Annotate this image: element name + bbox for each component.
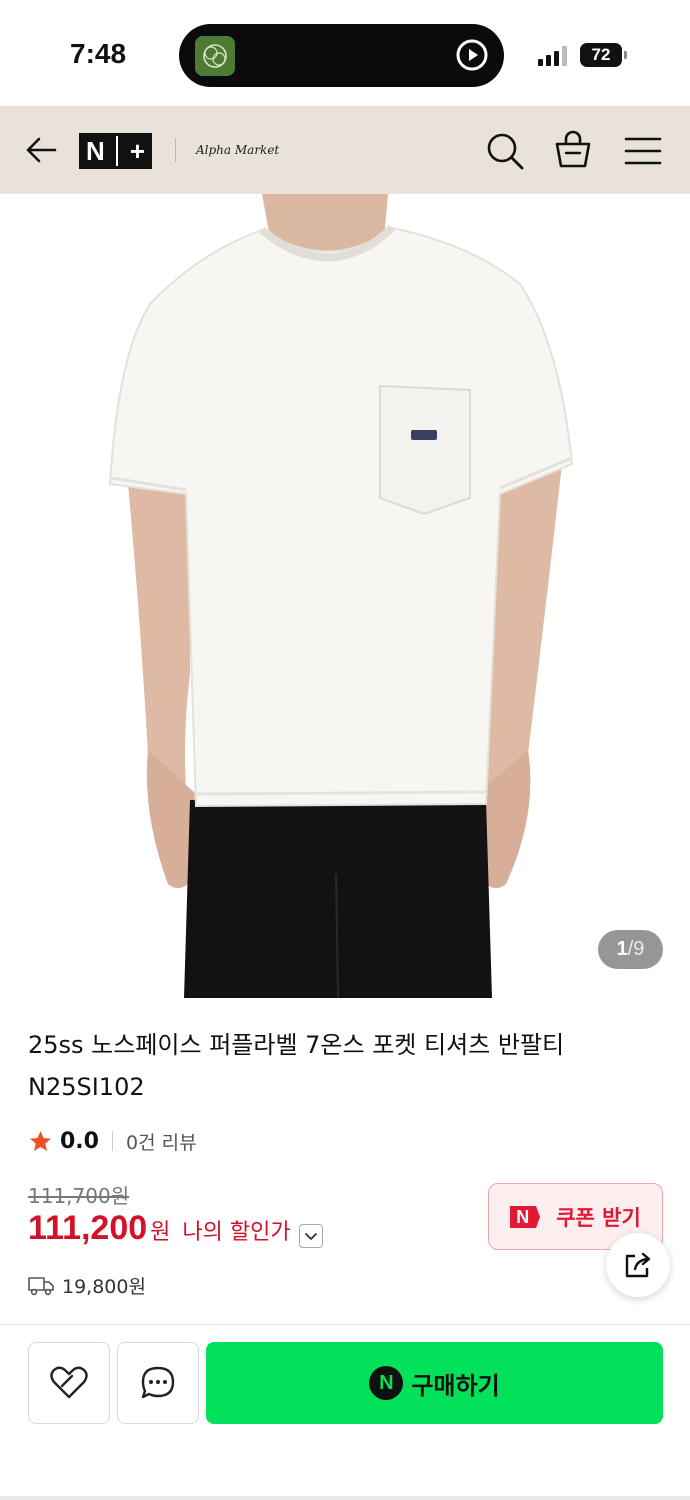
image-counter-total: 9 xyxy=(633,938,645,960)
shopping-bag-icon[interactable] xyxy=(552,128,594,170)
buy-label: 구매하기 xyxy=(411,1371,500,1400)
my-discount-label[interactable]: 나의 할인가 xyxy=(182,1214,290,1246)
share-icon xyxy=(625,1252,651,1278)
heart-link-icon xyxy=(50,1366,88,1399)
header-separator xyxy=(175,138,176,162)
product-photo xyxy=(0,194,690,998)
store-name[interactable]: Alpha Market xyxy=(196,143,279,157)
review-count[interactable]: 0건 리뷰 xyxy=(126,1128,197,1155)
star-icon xyxy=(30,1130,51,1151)
shipping-row: 19,800원 xyxy=(28,1270,146,1300)
battery-indicator: 72 xyxy=(580,43,627,67)
app-thumbnail-icon xyxy=(195,36,235,76)
coupon-label: 쿠폰 받기 xyxy=(556,1205,641,1230)
buy-button[interactable]: N 구매하기 xyxy=(206,1342,663,1424)
share-button[interactable] xyxy=(606,1233,670,1297)
rating-separator xyxy=(111,1131,113,1151)
product-image[interactable] xyxy=(0,194,690,998)
logo-plus: + xyxy=(129,136,145,166)
wishlist-button[interactable] xyxy=(28,1342,110,1424)
app-header: N + Alpha Market xyxy=(0,106,690,194)
naver-pay-icon: N xyxy=(369,1366,404,1400)
image-counter: 1/9 xyxy=(598,930,663,969)
status-time: 7:48 xyxy=(70,38,127,69)
naver-coupon-icon: N xyxy=(510,1205,545,1228)
home-indicator-area xyxy=(0,1496,690,1500)
original-price: 111,700원 xyxy=(28,1184,130,1208)
sale-price-row: 111,200 원 나의 할인가 xyxy=(28,1209,323,1259)
screen-record-icon xyxy=(456,39,488,71)
hamburger-menu-icon[interactable] xyxy=(622,130,664,172)
search-icon[interactable] xyxy=(484,130,526,172)
talk-talk-button[interactable] xyxy=(117,1342,199,1424)
image-counter-current: 1 xyxy=(616,938,628,960)
logo-n: N xyxy=(86,136,105,166)
rating-row[interactable]: 0.0 0건 리뷰 xyxy=(28,1124,197,1158)
dynamic-island xyxy=(179,24,504,87)
logo-divider xyxy=(116,136,119,166)
chat-bubble-icon xyxy=(141,1366,175,1399)
product-title: 25ss 노스페이스 퍼플라벨 7온스 포켓 티셔츠 반팔티 N25SI102 xyxy=(28,1031,565,1101)
delivery-truck-icon xyxy=(28,1277,54,1296)
naver-plus-store-logo[interactable]: N + xyxy=(79,133,152,169)
sale-price: 111,200 xyxy=(28,1209,148,1247)
status-bar: 7:48 72 xyxy=(0,0,690,106)
section-divider xyxy=(0,1324,690,1325)
shipping-fee: 19,800원 xyxy=(62,1275,146,1298)
chevron-down-icon[interactable] xyxy=(298,1224,323,1248)
back-arrow-icon[interactable] xyxy=(22,130,62,170)
sale-price-unit: 원 xyxy=(150,1220,171,1245)
rating-value: 0.0 xyxy=(60,1128,99,1154)
cellular-signal-icon xyxy=(538,46,567,66)
